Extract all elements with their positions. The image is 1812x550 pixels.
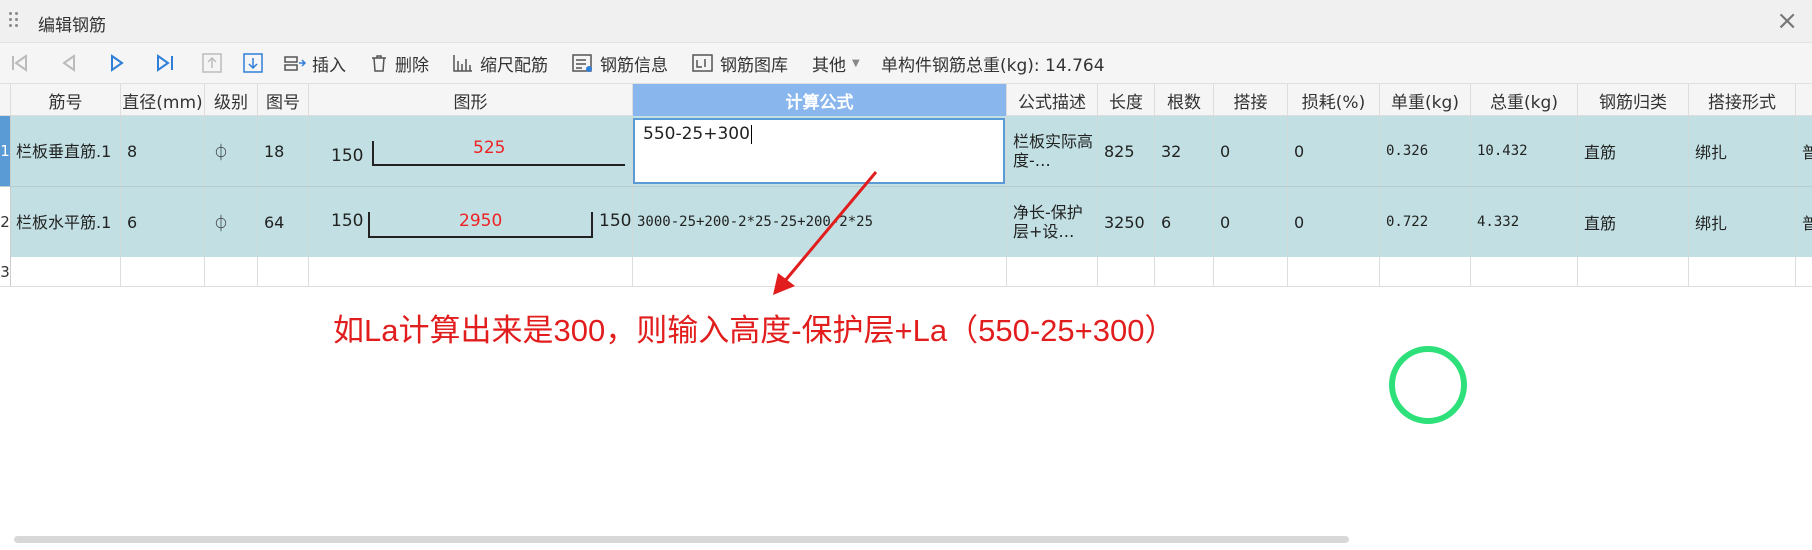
cursor-highlight-circle: [1389, 346, 1467, 424]
annotation-arrow: [773, 171, 878, 295]
horizontal-scrollbar[interactable]: [14, 536, 1349, 543]
annotation-text: 如La计算出来是300，则输入高度-保护层+La（550-25+300）: [333, 313, 1176, 348]
